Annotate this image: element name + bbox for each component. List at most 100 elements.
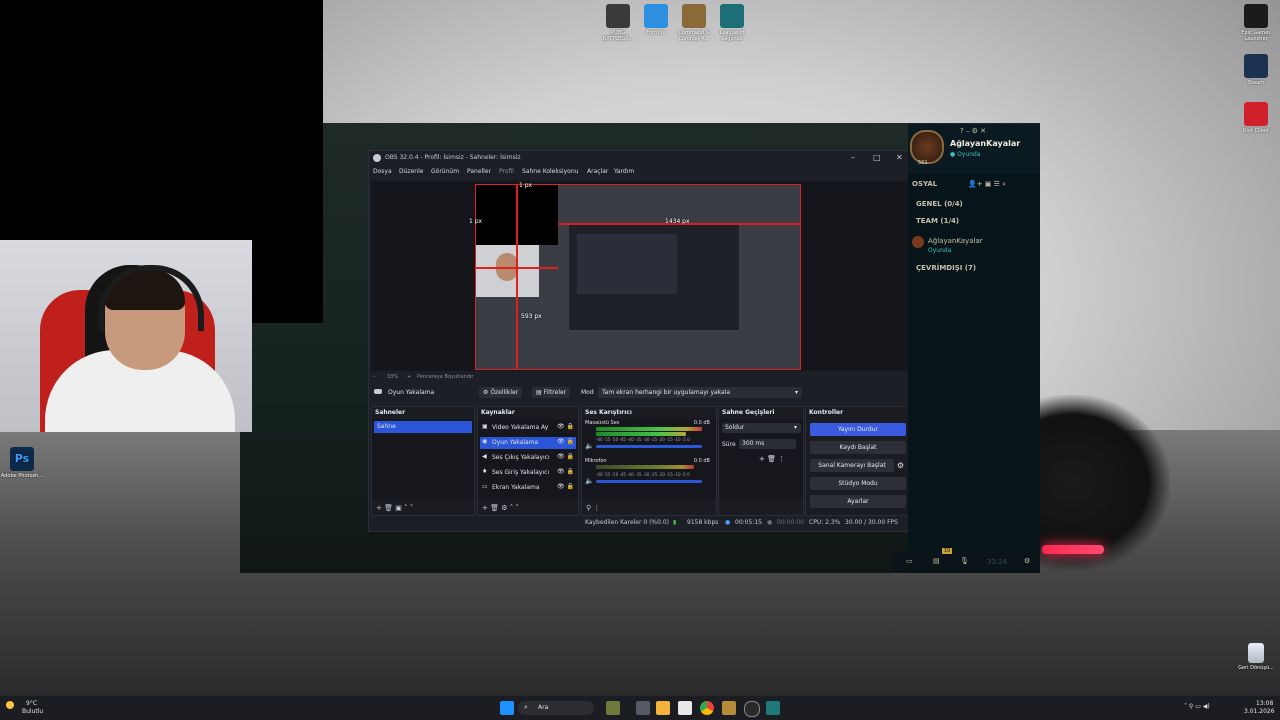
preview-label-left: 1 px <box>469 218 483 225</box>
volume-slider[interactable] <box>596 445 702 448</box>
filters-button[interactable]: ▤ Filtreler <box>532 387 571 398</box>
maximize-icon[interactable]: □ <box>873 153 881 162</box>
minimize-icon[interactable]: – <box>851 153 855 162</box>
stop-streaming-button[interactable]: Yayını Durdur <box>810 423 906 436</box>
studio-mode-button[interactable]: Stüdyo Modu <box>810 477 906 490</box>
wallpaper-car-taillight <box>1042 545 1104 554</box>
audio-mixer-panel: Ses Karıştırıcı Masaüstü Ses 0.0 dB -60 … <box>581 406 717 516</box>
menu-duzenle[interactable]: Düzenle <box>399 168 423 175</box>
transition-controls[interactable]: + 🗑 ⋮ <box>759 455 785 463</box>
start-virtual-camera-button[interactable]: Sanal Kamerayı Başlat <box>810 459 894 472</box>
sources-list: ▣ Video Yakalama Ay 👁 🔒 ◉ Oyun Yakalama 👁 🔒 … <box>478 419 578 499</box>
chat-icon[interactable]: ▭ <box>906 557 913 565</box>
file-explorer-icon[interactable] <box>656 701 670 715</box>
zoom-bar: – 33% + Pencereye Boyutlandır <box>373 374 474 380</box>
app-icon <box>720 4 744 28</box>
live-time: 00:05:15 <box>735 519 762 526</box>
app-icon <box>682 4 706 28</box>
chevron-down-icon: ▾ <box>794 389 798 396</box>
menu-profil[interactable]: Profil <box>499 168 514 175</box>
windows-start-icon[interactable] <box>500 701 514 715</box>
lol-icon[interactable] <box>722 701 736 715</box>
mode-label: Mod <box>581 389 594 396</box>
task-view-icon[interactable] <box>636 701 650 715</box>
source-item[interactable]: ◉ Oyun Yakalama 👁 🔒 <box>480 437 576 449</box>
notification-badge: 10 <box>942 548 953 554</box>
mixer-scale: -60 -55 -50 -45 -40 -35 -30 -25 -20 -15 … <box>596 472 690 477</box>
sources-footer-controls[interactable]: + 🗑 ⚙ ˄ ˅ <box>482 504 519 512</box>
search-highlight-icon <box>606 701 620 715</box>
scenes-panel: Sahneler Sahne + 🗑 ▣ ˄ ˅ <box>371 406 475 516</box>
group-team[interactable]: TEAM (1/4) <box>916 217 959 225</box>
social-section-title: OSYAL <box>912 180 938 188</box>
menu-dosya[interactable]: Dosya <box>373 168 392 175</box>
desktop-icon[interactable]: Steam <box>1234 54 1278 86</box>
desktop-icon-label: League of Legends <box>719 30 745 42</box>
menu-gorunum[interactable]: Görünüm <box>431 168 459 175</box>
speaker-icon[interactable]: 🔈 <box>585 477 594 485</box>
scene-transitions-panel: Sahne Geçişleri Soldur ▾ Süre 300 ms + 🗑… <box>718 406 804 516</box>
source-item[interactable]: ◀ Ses Çıkış Yakalayıcı 👁 🔒 <box>480 452 576 464</box>
search-box[interactable]: ⌕ Ara <box>518 701 594 715</box>
group-general[interactable]: GENEL (0/4) <box>916 200 963 208</box>
menu-araclar[interactable]: Araçlar <box>587 168 608 175</box>
store-icon[interactable] <box>678 701 692 715</box>
settings-icon[interactable]: ⚙ <box>1024 557 1030 565</box>
menu-paneller[interactable]: Paneller <box>467 168 491 175</box>
riot-social-panel: 561 AğlayanKayalar ● Oyunda ? – ⚙ ✕ OSYA… <box>908 124 1040 573</box>
desktop-icon-photoshop[interactable]: Ps Adobe Photosh... <box>0 447 44 479</box>
volume-slider[interactable] <box>596 480 702 483</box>
social-toolbar-icons[interactable]: 👤+ ▣ ☰ ⌕ <box>968 180 1006 189</box>
guide-line-vertical <box>516 185 518 369</box>
riot-window-controls[interactable]: ? – ⚙ ✕ <box>960 127 986 135</box>
source-item[interactable]: ▣ Video Yakalama Ay 👁 🔒 <box>480 422 576 434</box>
desktop-icon[interactable]: Epic Games Launcher <box>1234 4 1278 42</box>
settings-button[interactable]: Ayarlar <box>810 495 906 508</box>
desktop-icon-recycle-bin[interactable]: Geri Dönüşü... <box>1234 643 1278 671</box>
menu-yardim[interactable]: Yardım <box>614 168 634 175</box>
signal-icon: ▮ <box>673 519 677 526</box>
gear-icon[interactable]: ⚙ <box>897 461 904 470</box>
obs-logo-icon <box>373 154 381 162</box>
friend-avatar[interactable] <box>912 236 924 248</box>
source-item[interactable]: ♦ Ses Giriş Yakalayıcı 👁 🔒 <box>480 467 576 479</box>
scene-item[interactable]: Sahne <box>374 421 472 433</box>
recycle-bin-icon <box>1248 643 1264 663</box>
fit-to-window[interactable]: Pencereye Boyutlandır <box>417 374 473 380</box>
weather-temp[interactable]: 9°C <box>26 700 37 707</box>
app-icon <box>1244 54 1268 78</box>
avatar[interactable] <box>910 130 944 164</box>
group-offline[interactable]: ÇEVRİMDIŞI (7) <box>916 264 976 272</box>
mixer-footer-controls[interactable]: ⚲ ⋮ <box>586 504 600 512</box>
inbox-icon[interactable]: ▤ <box>933 557 940 565</box>
mixer-title: Ses Karıştırıcı <box>585 409 632 416</box>
obs-icon[interactable] <box>744 701 760 717</box>
mixer-body: Masaüstü Ses 0.0 dB -60 -55 -50 -45 -40 … <box>582 419 716 499</box>
start-recording-button[interactable]: Kaydı Başlat <box>810 441 906 454</box>
source-item[interactable]: ▭ Ekran Yakalama 👁 🔒 <box>480 482 576 494</box>
volume-meter <box>596 465 694 469</box>
riot-app-icon[interactable] <box>766 701 780 715</box>
desktop-icon-label: Steam <box>1247 80 1265 86</box>
mode-select[interactable]: Tam ekran herhangi bir uygulamayı yakala… <box>598 387 802 398</box>
preview-canvas[interactable] <box>475 184 801 370</box>
menu-sahne-koleksiyonu[interactable]: Sahne Koleksiyonu <box>522 168 578 175</box>
speaker-icon[interactable]: 🔈 <box>585 442 594 450</box>
friend-name[interactable]: AğlayanKayalar <box>928 237 983 245</box>
properties-button[interactable]: ⚙ Özellikler <box>479 387 523 398</box>
tray-icons[interactable]: ˄ ⚲ ▭ ◀) <box>1184 703 1210 710</box>
close-icon[interactable]: ✕ <box>896 153 903 162</box>
transitions-title: Sahne Geçişleri <box>722 409 775 416</box>
transition-select[interactable]: Soldur ▾ <box>722 423 801 433</box>
microphone-icon[interactable]: 🎙 <box>960 557 969 565</box>
chrome-icon[interactable] <box>700 701 714 715</box>
desktop-icon[interactable]: League of Legends <box>710 4 754 42</box>
duration-input[interactable]: 300 ms <box>739 439 796 449</box>
desktop-icon[interactable]: Riot Client <box>1234 102 1278 134</box>
live-icon: ● <box>725 519 731 526</box>
scenes-footer-controls[interactable]: + 🗑 ▣ ˄ ˅ <box>376 504 413 512</box>
taskbar: 9°C Bulutlu ⌕ Ara ˄ ⚲ ▭ ◀) 13:08 3.01.20… <box>0 696 1280 720</box>
clock-time[interactable]: 13:08 <box>1256 700 1273 707</box>
cpu-usage: CPU: 2.3% <box>809 519 841 526</box>
dropped-frames: Kaybedilen Kareler 0 (%0.0) <box>585 519 670 526</box>
